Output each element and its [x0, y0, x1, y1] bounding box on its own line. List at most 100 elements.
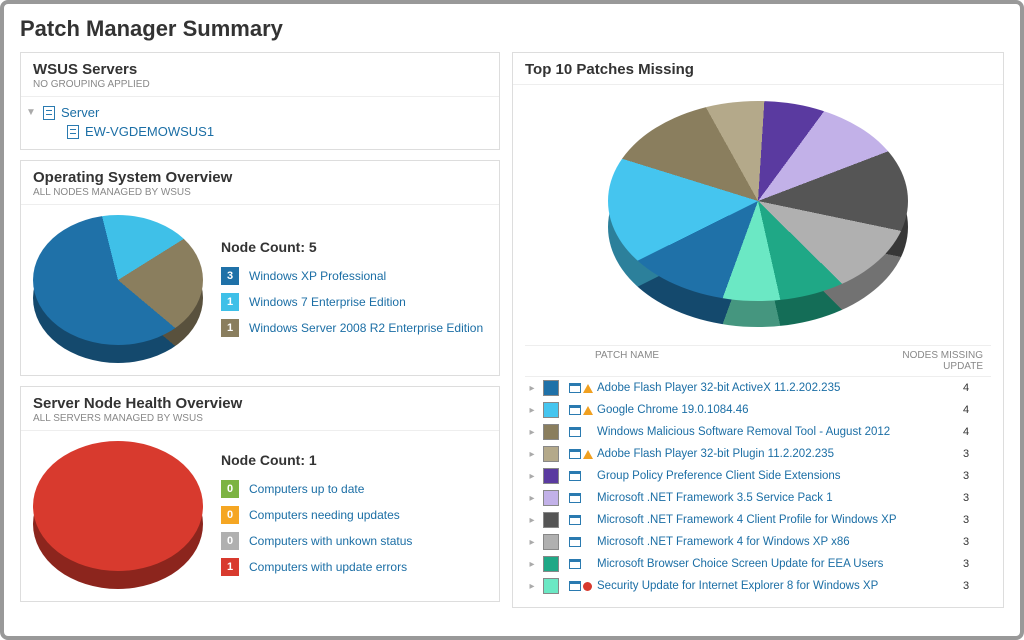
- tree-child-label[interactable]: EW-VGDEMOWSUS1: [85, 124, 214, 139]
- patch-row: ▸ Adobe Flash Player 32-bit Plugin 11.2.2…: [525, 443, 991, 465]
- patch-name-link[interactable]: Microsoft Browser Choice Screen Update f…: [597, 558, 941, 570]
- patch-icons: [569, 515, 597, 525]
- legend-row[interactable]: 3 Windows XP Professional: [221, 263, 483, 289]
- color-swatch: [543, 490, 559, 506]
- panel-header: Top 10 Patches Missing: [513, 53, 1003, 85]
- color-swatch: [543, 468, 559, 484]
- patch-row: ▸ Microsoft .NET Framework 4 Client Profi…: [525, 509, 991, 531]
- legend-row[interactable]: 0Computers needing updates: [221, 502, 412, 528]
- panel-header: Operating System Overview ALL NODES MANA…: [21, 161, 499, 205]
- legend-label[interactable]: Computers up to date: [249, 482, 364, 496]
- legend-label[interactable]: Computers with unkown status: [249, 534, 412, 548]
- package-icon: [569, 581, 581, 591]
- tree-caret-icon[interactable]: ▼: [25, 107, 37, 118]
- color-swatch: [543, 446, 559, 462]
- warning-icon: [583, 450, 593, 459]
- os-legend: Node Count: 5 3Windows XP Professional1W…: [221, 239, 483, 341]
- nodes-missing-count: 4: [941, 426, 991, 438]
- package-icon: [569, 537, 581, 547]
- color-swatch: [543, 512, 559, 528]
- patch-name-link[interactable]: Microsoft .NET Framework 4 for Windows X…: [597, 536, 941, 548]
- tree-root-row[interactable]: ▼ Server: [25, 103, 495, 122]
- package-icon: [569, 383, 581, 393]
- page-title: Patch Manager Summary: [20, 16, 1004, 42]
- expand-icon[interactable]: ▸: [525, 471, 539, 482]
- legend-row[interactable]: 1 Windows Server 2008 R2 Enterprise Editi…: [221, 315, 483, 341]
- expand-icon[interactable]: ▸: [525, 493, 539, 504]
- nodes-missing-count: 3: [941, 536, 991, 548]
- nodes-missing-count: 3: [941, 580, 991, 592]
- patch-row: ▸ Adobe Flash Player 32-bit ActiveX 11.2.…: [525, 377, 991, 399]
- patch-icons: [569, 449, 597, 459]
- legend-label[interactable]: Computers needing updates: [249, 508, 400, 522]
- legend-count-badge: 1: [221, 293, 239, 311]
- patch-name-link[interactable]: Microsoft .NET Framework 3.5 Service Pac…: [597, 492, 941, 504]
- panel-os-overview: Operating System Overview ALL NODES MANA…: [20, 160, 500, 376]
- legend-row[interactable]: 0 Computers with unkown status: [221, 528, 412, 554]
- panel-server-health: Server Node Health Overview ALL SERVERS …: [20, 386, 500, 602]
- expand-icon[interactable]: ▸: [525, 515, 539, 526]
- package-icon: [569, 405, 581, 415]
- panel-title: WSUS Servers: [33, 61, 487, 78]
- patch-row: ▸ Microsoft .NET Framework 4 for Windows …: [525, 531, 991, 553]
- expand-icon[interactable]: ▸: [525, 559, 539, 570]
- patch-name-link[interactable]: Adobe Flash Player 32-bit Plugin 11.2.20…: [597, 448, 941, 460]
- patch-table-header: PATCH NAME NODES MISSING UPDATE: [525, 345, 991, 377]
- nodes-missing-count: 4: [941, 382, 991, 394]
- os-body: Node Count: 5 3Windows XP Professional1W…: [21, 205, 499, 375]
- legend-row[interactable]: 1Computers with update errors: [221, 554, 412, 580]
- warning-icon: [583, 384, 593, 393]
- panel-title: Top 10 Patches Missing: [525, 61, 991, 78]
- legend-label[interactable]: Windows Server 2008 R2 Enterprise Editio…: [249, 321, 483, 335]
- nodes-missing-count: 3: [941, 514, 991, 526]
- package-icon: [569, 427, 581, 437]
- app-frame: Patch Manager Summary WSUS Servers NO GR…: [0, 0, 1024, 640]
- legend-label[interactable]: Computers with update errors: [249, 560, 407, 574]
- expand-icon[interactable]: ▸: [525, 427, 539, 438]
- nodes-missing-count: 4: [941, 404, 991, 416]
- patch-row: ▸ Security Update for Internet Explorer 8…: [525, 575, 991, 597]
- legend-label[interactable]: Windows 7 Enterprise Edition: [249, 295, 406, 309]
- patches-body: PATCH NAME NODES MISSING UPDATE ▸ Adobe F…: [513, 85, 1003, 607]
- color-swatch: [543, 534, 559, 550]
- right-column: Top 10 Patches Missing PATCH NAME NODES …: [512, 52, 1004, 608]
- patch-name-link[interactable]: Google Chrome 19.0.1084.46: [597, 404, 941, 416]
- package-icon: [569, 493, 581, 503]
- patch-icons: [569, 427, 597, 437]
- critical-icon: [583, 582, 592, 591]
- panel-header: WSUS Servers NO GROUPING APPLIED: [21, 53, 499, 97]
- expand-icon[interactable]: ▸: [525, 449, 539, 460]
- col-nodes-missing: NODES MISSING UPDATE: [861, 350, 991, 372]
- legend-count-badge: 3: [221, 267, 239, 285]
- nodes-missing-count: 3: [941, 470, 991, 482]
- expand-icon[interactable]: ▸: [525, 405, 539, 416]
- patch-name-link[interactable]: Microsoft .NET Framework 4 Client Profil…: [597, 514, 941, 526]
- patch-icons: [569, 537, 597, 547]
- legend-row[interactable]: 1 Windows 7 Enterprise Edition: [221, 289, 483, 315]
- package-icon: [569, 515, 581, 525]
- columns: WSUS Servers NO GROUPING APPLIED ▼ Serve…: [20, 52, 1004, 608]
- legend-label[interactable]: Windows XP Professional: [249, 269, 386, 283]
- legend-count-badge: 0: [221, 532, 239, 550]
- patch-name-link[interactable]: Adobe Flash Player 32-bit ActiveX 11.2.2…: [597, 382, 941, 394]
- patch-name-link[interactable]: Security Update for Internet Explorer 8 …: [597, 580, 941, 592]
- color-swatch: [543, 424, 559, 440]
- document-icon: [67, 125, 79, 139]
- document-icon: [43, 106, 55, 120]
- expand-icon[interactable]: ▸: [525, 581, 539, 592]
- color-swatch: [543, 578, 559, 594]
- panel-subtitle: ALL NODES MANAGED BY WSUS: [33, 187, 487, 198]
- panel-wsus-servers: WSUS Servers NO GROUPING APPLIED ▼ Serve…: [20, 52, 500, 150]
- expand-icon[interactable]: ▸: [525, 383, 539, 394]
- tree-root-label[interactable]: Server: [61, 105, 99, 120]
- patch-name-link[interactable]: Windows Malicious Software Removal Tool …: [597, 426, 941, 438]
- node-count-label: Node Count: 1: [221, 452, 412, 468]
- tree-child-row[interactable]: EW-VGDEMOWSUS1: [67, 122, 495, 141]
- legend-count-badge: 0: [221, 480, 239, 498]
- expand-icon[interactable]: ▸: [525, 537, 539, 548]
- legend-count-badge: 1: [221, 319, 239, 337]
- legend-row[interactable]: 0 Computers up to date: [221, 476, 412, 502]
- patch-name-link[interactable]: Group Policy Preference Client Side Exte…: [597, 470, 941, 482]
- patch-icons: [569, 581, 597, 591]
- health-body: Node Count: 1 0Computers up to date0Comp…: [21, 431, 499, 601]
